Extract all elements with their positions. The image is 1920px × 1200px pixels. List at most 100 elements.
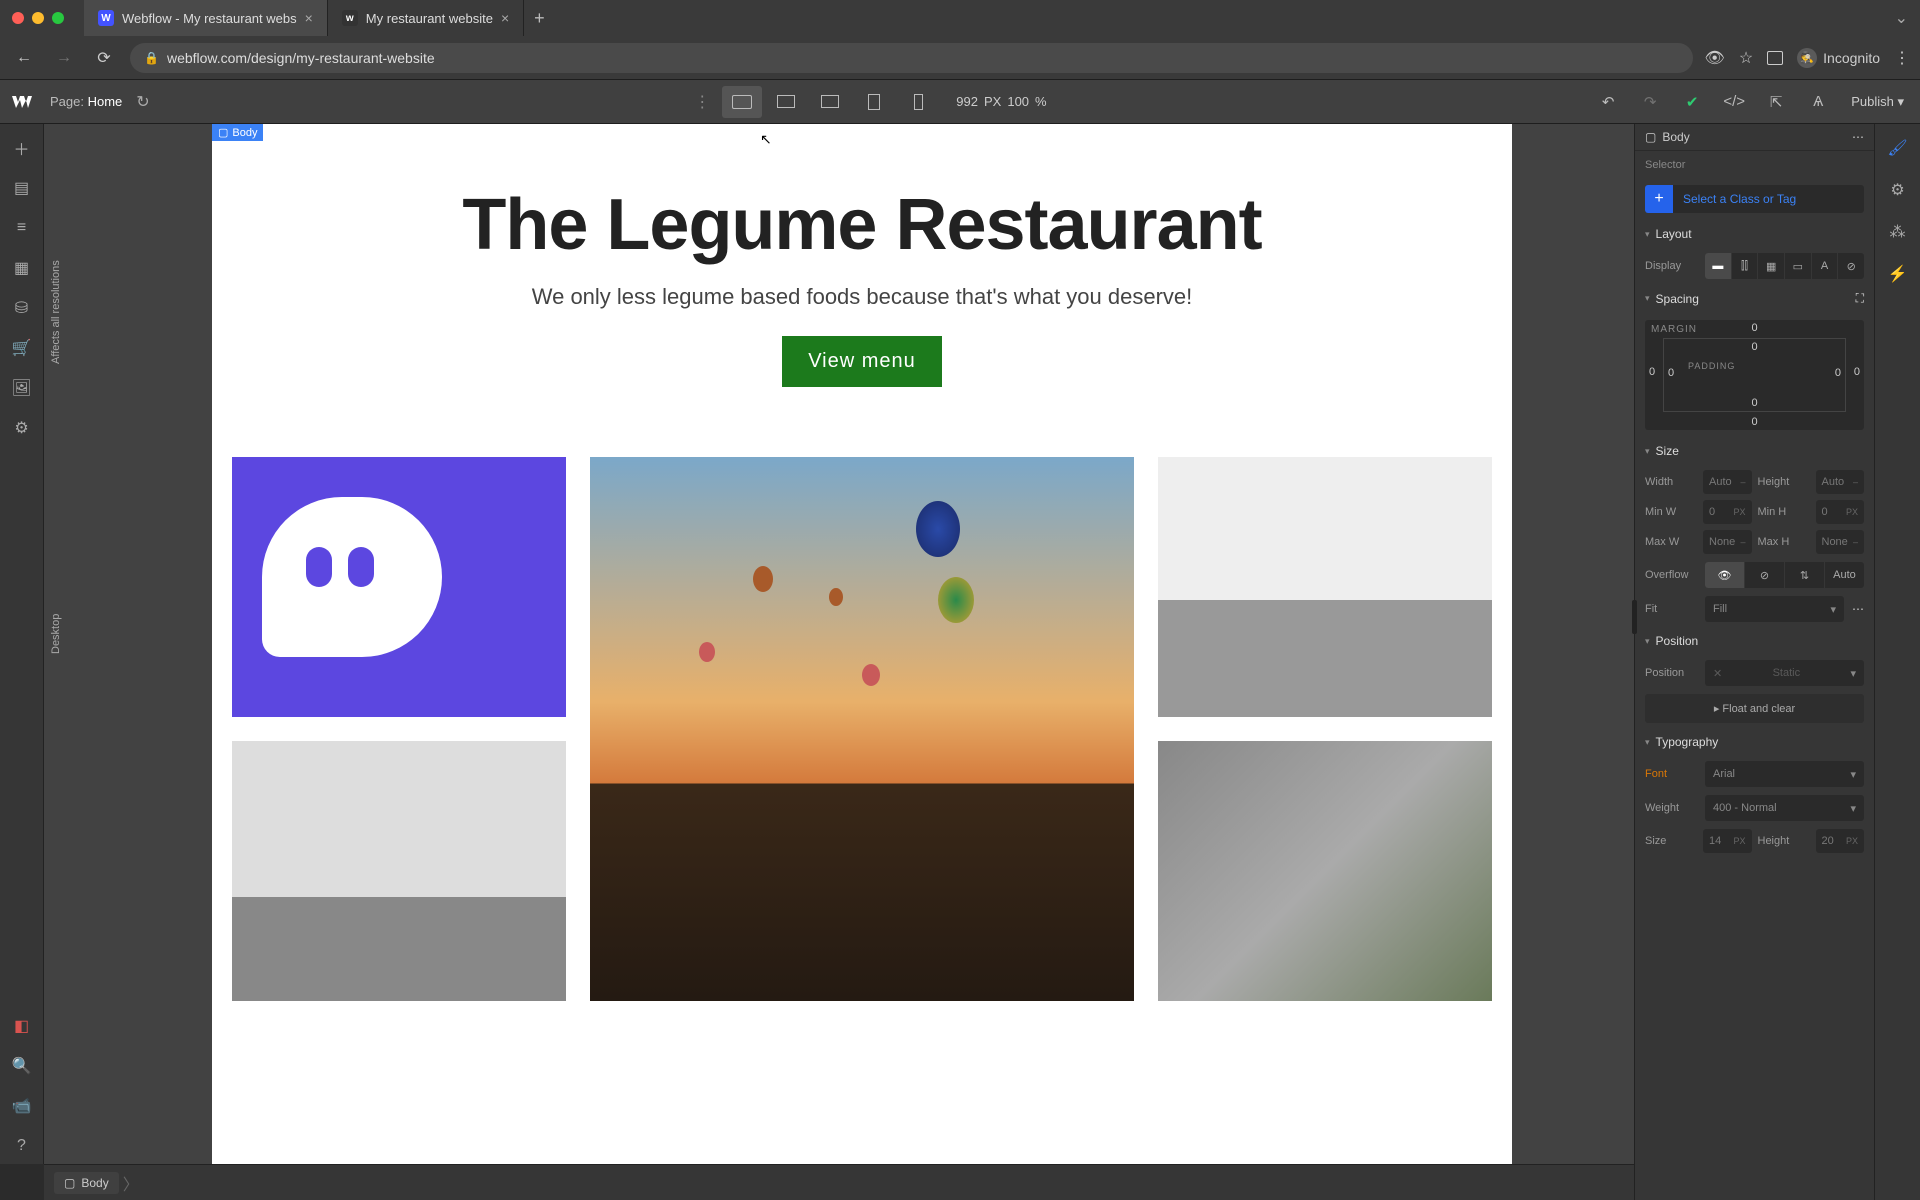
close-tab-icon[interactable]: ×: [501, 10, 509, 26]
overflow-hidden-button[interactable]: ⊘: [1745, 562, 1785, 588]
url-input[interactable]: 🔒 webflow.com/design/my-restaurant-websi…: [130, 43, 1693, 73]
spacing-section-header[interactable]: Spacing ⛶: [1635, 283, 1874, 314]
code-icon[interactable]: </>: [1717, 85, 1751, 119]
display-flex-button[interactable]: ⫿⫿: [1732, 253, 1759, 279]
font-select[interactable]: Arial▾: [1705, 761, 1864, 787]
display-none-button[interactable]: ⊘: [1838, 253, 1864, 279]
help-button[interactable]: ?: [4, 1128, 40, 1164]
hero-subtitle[interactable]: We only less legume based foods because …: [232, 284, 1492, 310]
export-icon[interactable]: ⇱: [1759, 85, 1793, 119]
weight-select[interactable]: 400 - Normal▾: [1705, 795, 1864, 821]
breakpoint-desktop-button[interactable]: [722, 86, 762, 118]
effects-button[interactable]: ⚡: [1880, 256, 1916, 292]
incognito-indicator[interactable]: 🕵 Incognito: [1797, 48, 1880, 68]
view-menu-button[interactable]: View menu: [782, 336, 942, 387]
layout-section-header[interactable]: Layout: [1635, 219, 1874, 249]
kebab-menu-icon[interactable]: ⋮: [1894, 48, 1910, 68]
fit-select[interactable]: Fill▾: [1705, 596, 1844, 622]
close-window-button[interactable]: [12, 12, 24, 24]
selected-element-tag[interactable]: ▢ Body: [212, 124, 263, 141]
page-selector[interactable]: Page: Home: [50, 94, 122, 109]
max-width-input[interactable]: None–: [1703, 530, 1752, 554]
webflow-logo[interactable]: [8, 88, 36, 116]
undo-button[interactable]: ↶: [1591, 85, 1625, 119]
hero-heading[interactable]: The Legume Restaurant: [232, 184, 1492, 266]
maximize-window-button[interactable]: [52, 12, 64, 24]
canvas-resize-handle[interactable]: [1632, 600, 1637, 634]
redo-button[interactable]: ↷: [1633, 85, 1667, 119]
revert-icon[interactable]: ↻: [136, 92, 149, 112]
audit-icon[interactable]: Ѧ: [1801, 85, 1835, 119]
viewport-width: 992: [956, 94, 978, 109]
max-height-input[interactable]: None–: [1816, 530, 1865, 554]
components-button[interactable]: ▦: [4, 250, 40, 286]
cms-button[interactable]: ⛁: [4, 290, 40, 326]
display-inlineblock-button[interactable]: ▭: [1785, 253, 1812, 279]
image-birds-large[interactable]: [1158, 457, 1492, 717]
breadcrumb-body[interactable]: ▢ Body: [54, 1172, 119, 1194]
add-element-button[interactable]: ＋: [4, 130, 40, 166]
pages-button[interactable]: ▤: [4, 170, 40, 206]
float-clear-toggle[interactable]: ▸ Float and clear: [1645, 694, 1864, 723]
hero-section[interactable]: The Legume Restaurant We only less legum…: [212, 124, 1512, 427]
element-settings-button[interactable]: ⚙: [1880, 172, 1916, 208]
position-section-header[interactable]: Position: [1635, 626, 1874, 656]
canvas[interactable]: Affects all resolutions Desktop ▢ Body T…: [44, 124, 1680, 1164]
search-button[interactable]: 🔍: [4, 1048, 40, 1084]
close-tab-icon[interactable]: ×: [305, 10, 313, 26]
publish-button[interactable]: Publish ▾: [1843, 94, 1912, 110]
image-ghost[interactable]: [232, 457, 566, 717]
video-button[interactable]: 📹: [4, 1088, 40, 1124]
ecommerce-button[interactable]: 🛒: [4, 330, 40, 366]
line-height-input[interactable]: 20PX: [1816, 829, 1865, 853]
height-input[interactable]: Auto–: [1816, 470, 1865, 494]
overflow-scroll-button[interactable]: ⇅: [1785, 562, 1825, 588]
style-panel-button[interactable]: 🖌: [1880, 130, 1916, 166]
interactions-button[interactable]: ⁂: [1880, 214, 1916, 250]
style-panel: ▢ Body ⋯ Selector + Select a Class or Ta…: [1634, 124, 1874, 1200]
page-body[interactable]: ▢ Body The Legume Restaurant We only les…: [212, 124, 1512, 1164]
spacing-expand-icon[interactable]: ⛶: [1856, 291, 1864, 306]
min-height-input[interactable]: 0PX: [1816, 500, 1865, 524]
new-tab-button[interactable]: +: [524, 8, 555, 29]
kebab-icon[interactable]: ⋮: [694, 92, 710, 112]
breakpoint-phone-button[interactable]: [898, 86, 938, 118]
add-class-button[interactable]: + Select a Class or Tag: [1645, 185, 1864, 213]
overflow-auto-button[interactable]: Auto: [1825, 562, 1864, 588]
star-icon[interactable]: ☆: [1739, 48, 1753, 68]
breakpoint-tablet-button[interactable]: [854, 86, 894, 118]
chevron-down-icon[interactable]: ⌄: [1895, 8, 1908, 28]
browser-tab[interactable]: w My restaurant website ×: [328, 0, 524, 36]
overflow-visible-button[interactable]: 👁: [1705, 562, 1745, 588]
typography-section-header[interactable]: Typography: [1635, 727, 1874, 757]
display-block-button[interactable]: ▬: [1705, 253, 1732, 279]
browser-tab-active[interactable]: W Webflow - My restaurant webs ×: [84, 0, 328, 36]
size-section-header[interactable]: Size: [1635, 436, 1874, 466]
more-icon[interactable]: ⋯: [1852, 602, 1864, 616]
panel-icon[interactable]: [1767, 51, 1783, 65]
min-width-input[interactable]: 0PX: [1703, 500, 1752, 524]
more-icon[interactable]: ⋯: [1852, 130, 1864, 144]
image-city-feet[interactable]: [1158, 741, 1492, 1001]
display-grid-button[interactable]: ▦: [1758, 253, 1785, 279]
image-grid[interactable]: [212, 427, 1512, 1031]
reload-button[interactable]: ⟳: [90, 44, 118, 72]
font-size-input[interactable]: 14PX: [1703, 829, 1752, 853]
status-ok-icon[interactable]: ✔: [1675, 85, 1709, 119]
position-select[interactable]: ✕Static▾: [1705, 660, 1864, 686]
spacing-editor[interactable]: MARGIN 0 0 0 0 PADDING 0 0 0 0: [1645, 320, 1864, 430]
minimize-window-button[interactable]: [32, 12, 44, 24]
width-input[interactable]: Auto–: [1703, 470, 1752, 494]
display-inline-button[interactable]: A: [1812, 253, 1839, 279]
forward-button[interactable]: →: [50, 44, 78, 72]
audit-button[interactable]: ◧: [4, 1008, 40, 1044]
eye-slash-icon[interactable]: 👁: [1705, 48, 1725, 68]
breakpoint-desktop-small-button[interactable]: [766, 86, 806, 118]
back-button[interactable]: ←: [10, 44, 38, 72]
navigator-button[interactable]: ≡: [4, 210, 40, 246]
breakpoint-tablet-landscape-button[interactable]: [810, 86, 850, 118]
settings-button[interactable]: ⚙: [4, 410, 40, 446]
assets-button[interactable]: 🖼: [4, 370, 40, 406]
image-balloons-cafe[interactable]: [590, 457, 1134, 1001]
image-birds-small[interactable]: [232, 741, 566, 1001]
